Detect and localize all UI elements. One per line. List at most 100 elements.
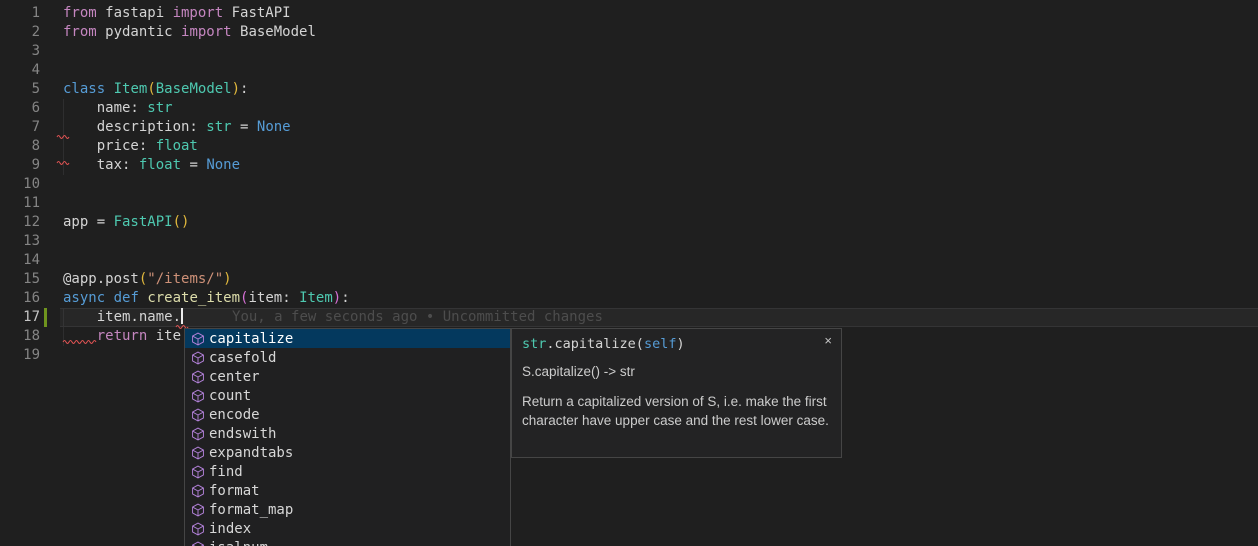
code-line[interactable]: 13 bbox=[0, 232, 1258, 251]
method-icon bbox=[190, 464, 206, 480]
code-text: from fastapi import FastAPI bbox=[60, 4, 1258, 23]
method-icon bbox=[190, 407, 206, 423]
suggestion-label: index bbox=[209, 521, 251, 537]
suggestion-label: encode bbox=[209, 407, 260, 423]
code-line[interactable]: 1 from fastapi import FastAPI bbox=[0, 4, 1258, 23]
suggestion-label: expandtabs bbox=[209, 445, 293, 461]
error-squiggle bbox=[57, 160, 69, 165]
token bbox=[105, 81, 113, 97]
code-line[interactable]: 8 price: float bbox=[0, 137, 1258, 156]
token: create_item bbox=[147, 290, 240, 306]
code-line[interactable]: 15@app.post("/items/") bbox=[0, 270, 1258, 289]
token: tax: bbox=[63, 157, 139, 173]
line-number: 16 bbox=[0, 289, 40, 308]
suggestion-casefold[interactable]: casefold bbox=[185, 348, 510, 367]
token: item.name. bbox=[63, 309, 181, 325]
method-icon bbox=[190, 350, 206, 366]
token: async bbox=[63, 290, 105, 306]
code-line[interactable]: 11 bbox=[0, 194, 1258, 213]
token: str bbox=[206, 119, 231, 135]
method-icon bbox=[190, 369, 206, 385]
suggestion-label: endswith bbox=[209, 426, 276, 442]
line-number: 11 bbox=[0, 194, 40, 213]
code-line[interactable]: 12 app = FastAPI() bbox=[0, 213, 1258, 232]
line-number: 9 bbox=[0, 156, 40, 175]
code-text bbox=[60, 251, 1258, 270]
code-line[interactable]: 17 item.name. You, a few seconds ago • Un… bbox=[0, 308, 1258, 327]
code-text bbox=[60, 42, 1258, 61]
suggestion-format_map[interactable]: format_map bbox=[185, 500, 510, 519]
suggestion-capitalize[interactable]: capitalize bbox=[185, 329, 510, 348]
token: import bbox=[173, 5, 224, 21]
code-text bbox=[60, 194, 1258, 213]
code-text: app = FastAPI() bbox=[60, 213, 1258, 232]
code-line[interactable]: 4 bbox=[0, 61, 1258, 80]
token: fastapi bbox=[97, 5, 173, 21]
suggestion-isalnum[interactable]: isalnum bbox=[185, 538, 510, 546]
suggestion-format[interactable]: format bbox=[185, 481, 510, 500]
suggestion-count[interactable]: count bbox=[185, 386, 510, 405]
method-icon bbox=[190, 331, 206, 347]
code-line[interactable]: 6 name: str bbox=[0, 99, 1258, 118]
code-line[interactable]: 9 tax: float = None bbox=[0, 156, 1258, 175]
token: str bbox=[147, 100, 172, 116]
method-icon bbox=[190, 502, 206, 518]
token: def bbox=[114, 290, 139, 306]
code-line[interactable]: 16async def create_item(item: Item): bbox=[0, 289, 1258, 308]
suggest-widget: capitalizecasefoldcentercount encode endsw… bbox=[184, 328, 511, 546]
code-text: description: str = None bbox=[60, 118, 1258, 137]
line-number: 15 bbox=[0, 270, 40, 289]
code-area[interactable]: 1 from fastapi import FastAPI2from pydant… bbox=[0, 4, 1258, 365]
line-number: 12 bbox=[0, 213, 40, 232]
token: name: bbox=[63, 100, 147, 116]
code-line[interactable]: 3 bbox=[0, 42, 1258, 61]
code-editor: 1 from fastapi import FastAPI2from pydant… bbox=[0, 0, 1258, 546]
suggestion-center[interactable]: center bbox=[185, 367, 510, 386]
token: None bbox=[206, 157, 240, 173]
line-number: 17 bbox=[0, 308, 40, 327]
error-squiggle bbox=[57, 134, 69, 139]
token: None bbox=[257, 119, 291, 135]
line-number: 1 bbox=[0, 4, 40, 23]
code-text: tax: float = None bbox=[60, 156, 1258, 175]
suggestion-label: format bbox=[209, 483, 260, 499]
line-number: 6 bbox=[0, 99, 40, 118]
code-line[interactable]: 2from pydantic import BaseModel bbox=[0, 23, 1258, 42]
token: return bbox=[97, 328, 148, 344]
token: pydantic bbox=[97, 24, 181, 40]
token: Item bbox=[299, 290, 333, 306]
text-cursor bbox=[181, 308, 183, 324]
suggestion-find[interactable]: find bbox=[185, 462, 510, 481]
close-icon[interactable]: × bbox=[822, 332, 834, 349]
suggestion-label: isalnum bbox=[209, 540, 268, 546]
code-line[interactable]: 10 bbox=[0, 175, 1258, 194]
code-line[interactable]: 7 description: str = None bbox=[0, 118, 1258, 137]
suggestion-index[interactable]: index bbox=[185, 519, 510, 538]
token: str bbox=[522, 336, 546, 352]
suggestion-encode[interactable]: encode bbox=[185, 405, 510, 424]
code-text: class Item(BaseModel): bbox=[60, 80, 1258, 99]
code-line[interactable]: 14 bbox=[0, 251, 1258, 270]
method-icon bbox=[190, 540, 206, 546]
line-number: 4 bbox=[0, 61, 40, 80]
token: = bbox=[181, 157, 206, 173]
line-number: 3 bbox=[0, 42, 40, 61]
line-number: 14 bbox=[0, 251, 40, 270]
token bbox=[105, 290, 113, 306]
error-squiggle bbox=[63, 339, 97, 344]
line-number: 8 bbox=[0, 137, 40, 156]
token: FastAPI bbox=[223, 5, 290, 21]
token: .capitalize( bbox=[546, 336, 644, 352]
suggestion-expandtabs[interactable]: expandtabs bbox=[185, 443, 510, 462]
git-blame-annotation: You, a few seconds ago • Uncommitted cha… bbox=[232, 309, 603, 325]
code-line[interactable]: 5 class Item(BaseModel): bbox=[0, 80, 1258, 99]
line-number: 5 bbox=[0, 80, 40, 99]
line-number: 18 bbox=[0, 327, 40, 346]
suggestion-endswith[interactable]: endswith bbox=[185, 424, 510, 443]
token: class bbox=[63, 81, 105, 97]
token: price: bbox=[63, 138, 156, 154]
method-icon bbox=[190, 426, 206, 442]
token: FastAPI bbox=[114, 214, 173, 230]
token: @app.post bbox=[63, 271, 139, 287]
token: ( bbox=[147, 81, 155, 97]
